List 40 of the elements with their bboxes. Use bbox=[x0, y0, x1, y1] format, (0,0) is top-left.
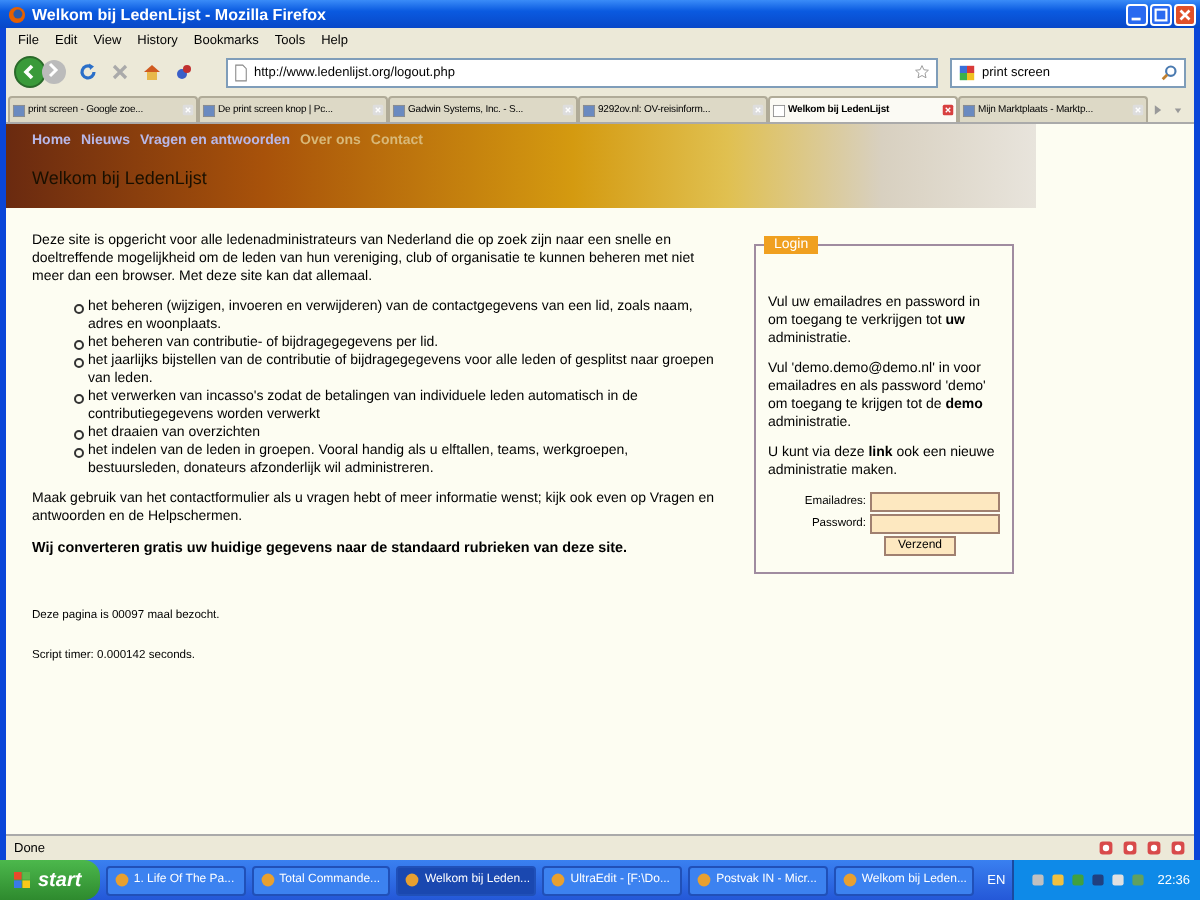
favicon-icon bbox=[582, 103, 596, 117]
input-field[interactable] bbox=[870, 514, 1000, 534]
app-icon bbox=[696, 872, 713, 888]
favicon-icon bbox=[12, 103, 26, 117]
back-button[interactable] bbox=[14, 56, 46, 88]
app-icon bbox=[259, 872, 276, 888]
app-icon bbox=[113, 872, 130, 888]
tab-list-icon[interactable] bbox=[1170, 102, 1186, 118]
home-icon[interactable] bbox=[142, 62, 162, 82]
addon-status-icon[interactable] bbox=[1098, 840, 1114, 856]
maximize-button[interactable] bbox=[1150, 3, 1172, 25]
reload-icon[interactable] bbox=[78, 62, 98, 82]
flag-icon bbox=[12, 870, 32, 890]
stop-icon[interactable] bbox=[110, 62, 130, 82]
maximize-icon bbox=[1152, 5, 1170, 23]
input-field[interactable] bbox=[870, 492, 1000, 512]
page-icon bbox=[234, 63, 248, 81]
addon-icon[interactable] bbox=[174, 62, 194, 82]
minimize-button[interactable] bbox=[1126, 3, 1148, 25]
app-icon bbox=[550, 872, 567, 888]
addon-status-icon[interactable] bbox=[1170, 840, 1186, 856]
addon-status-icon[interactable] bbox=[1146, 840, 1162, 856]
scroll-right-icon[interactable] bbox=[1150, 102, 1166, 118]
favicon-icon bbox=[962, 103, 976, 117]
search-icon[interactable] bbox=[1160, 63, 1178, 81]
favicon-icon bbox=[202, 103, 216, 117]
search-engine-icon bbox=[958, 63, 976, 81]
close-button[interactable] bbox=[1174, 3, 1196, 25]
close-icon bbox=[1176, 5, 1194, 23]
app-icon bbox=[841, 872, 858, 888]
app-icon bbox=[404, 872, 421, 888]
favicon-icon bbox=[392, 103, 406, 117]
window-title: Welkom bij LedenLijst - Mozilla Firefox bbox=[32, 5, 328, 23]
globe-icon bbox=[8, 5, 26, 23]
page-heading: Welkom bij LedenLijst bbox=[32, 168, 209, 188]
forward-button[interactable] bbox=[42, 60, 66, 84]
star-icon[interactable] bbox=[914, 64, 930, 80]
favicon-icon bbox=[772, 103, 786, 117]
close-tab-icon[interactable] bbox=[942, 104, 954, 116]
addon-status-icon[interactable] bbox=[1122, 840, 1138, 856]
